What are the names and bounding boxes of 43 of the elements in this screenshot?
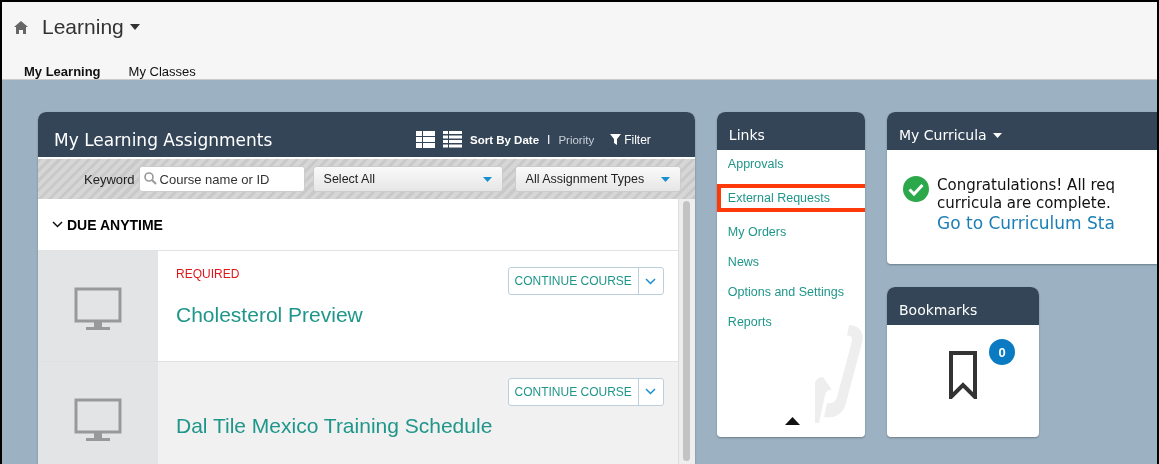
link-item[interactable]: My Orders (716, 222, 798, 242)
monitor-icon (74, 397, 122, 444)
curriculum-link[interactable]: Go to Curriculum Sta (937, 212, 1116, 234)
link-item[interactable]: Options and Settings (716, 282, 855, 302)
sort-option[interactable]: Sort By Date (470, 133, 540, 146)
link-item[interactable]: Approvals (716, 154, 795, 174)
chevron-icon (52, 221, 63, 229)
assignment-row[interactable]: REQUIRED Cholesterol Preview CONTINUE COURSE (38, 251, 678, 362)
caret-icon (660, 176, 670, 182)
select-dropdown[interactable]: All Assignment Types (514, 166, 681, 192)
search-field[interactable]: Course name or ID (138, 166, 305, 192)
caret-icon (129, 24, 140, 30)
caret-icon (992, 132, 1002, 138)
count-badge: 0 (989, 339, 1015, 365)
select-dropdown[interactable]: Select All (312, 166, 503, 192)
required-label: REQUIRED (176, 267, 241, 282)
nav-tab[interactable]: My Classes (128, 64, 196, 79)
course-title[interactable]: Dal Tile Mexico Training Schedule (176, 413, 493, 438)
filter-button[interactable]: Filter (610, 132, 651, 147)
assignment-row[interactable]: Dal Tile Mexico Training Schedule CONTINUE COURSE (38, 361, 678, 464)
link-item[interactable]: Reports (716, 312, 783, 332)
panel-title[interactable]: My Curricula (899, 127, 1002, 143)
panel-title: My Learning Assignments (54, 130, 273, 150)
home-icon[interactable] (14, 20, 28, 34)
panel-title: Bookmarks (899, 302, 978, 318)
link-item[interactable]: News (716, 252, 771, 272)
check-icon (903, 176, 929, 202)
course-title[interactable]: Cholesterol Preview (176, 303, 363, 328)
panel-title: Links (728, 127, 765, 143)
caret-icon (482, 176, 492, 182)
compact-list-icon[interactable] (443, 131, 463, 148)
nav-tab[interactable]: My Learning (24, 64, 101, 79)
search-icon (143, 172, 157, 185)
list-view-icon[interactable] (416, 131, 436, 148)
separator: I (547, 132, 551, 147)
success-message: curricula are complete. (937, 194, 1112, 212)
sort-option[interactable]: Priority (558, 133, 595, 146)
bookmark-icon[interactable] (949, 351, 977, 399)
keyword-label: Keyword (84, 171, 135, 187)
success-message: Congratulations! All req (937, 176, 1116, 194)
collapse-arrow-icon[interactable] (784, 417, 800, 425)
filter-icon (610, 134, 622, 145)
app-title[interactable]: Learning (42, 15, 140, 39)
